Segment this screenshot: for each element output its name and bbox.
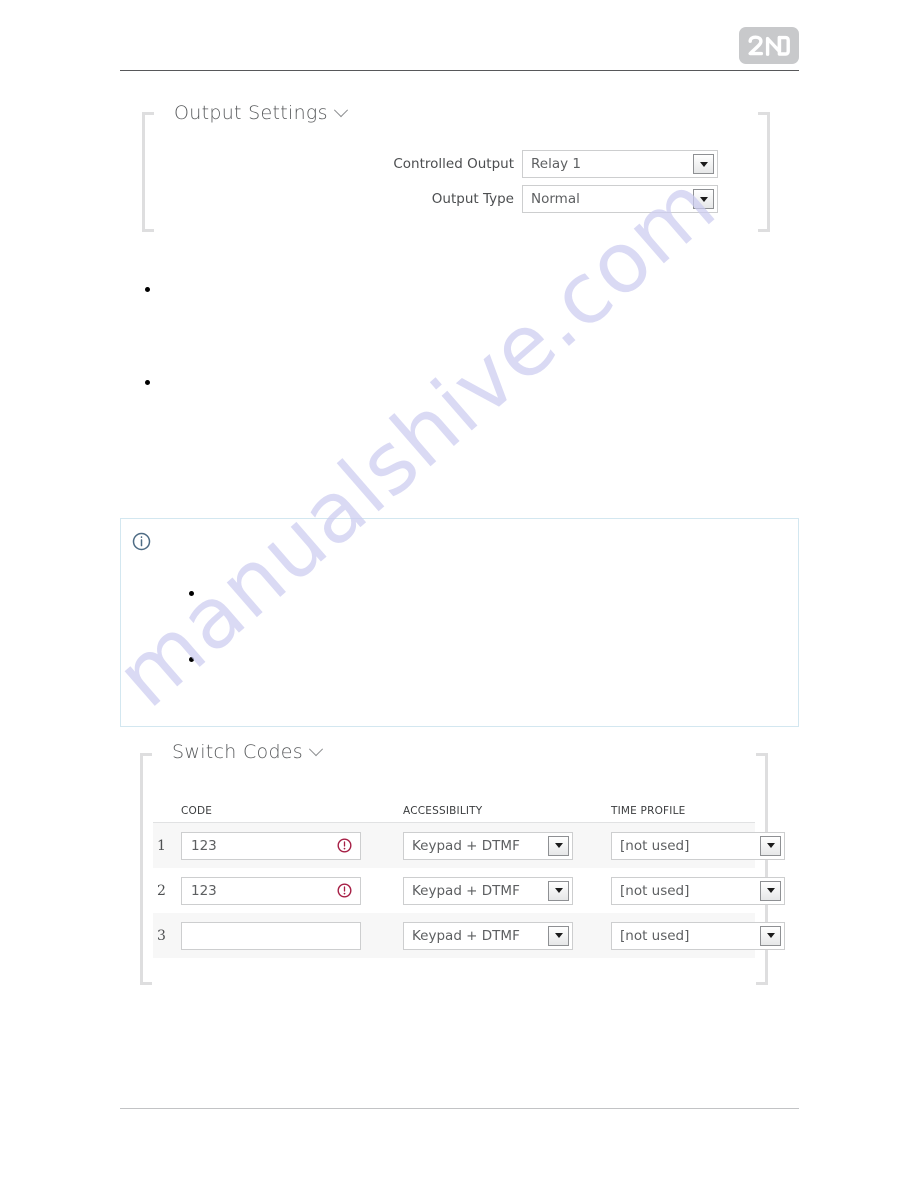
controlled-output-select[interactable]: Relay 1: [522, 150, 718, 178]
panel-bracket-right: [756, 753, 768, 985]
bullet-dot-icon: [145, 380, 150, 385]
dropdown-arrow-button[interactable]: [760, 925, 781, 946]
code-input[interactable]: 123: [181, 831, 361, 860]
body-bullet-item: [145, 287, 150, 292]
column-header-code: CODE: [181, 805, 213, 817]
output-type-value: Normal: [531, 191, 580, 207]
row-index: 2: [157, 882, 166, 899]
row-index: 3: [157, 927, 166, 944]
time-profile-value: [not used]: [620, 882, 690, 899]
triangle-down-icon: [699, 161, 708, 167]
info-note-box: [120, 518, 799, 727]
triangle-down-icon: [554, 888, 563, 893]
output-settings-title[interactable]: Output Settings: [174, 102, 348, 124]
time-profile-cell: [not used]: [611, 921, 789, 950]
dropdown-arrow-button[interactable]: [760, 835, 781, 856]
accessibility-select[interactable]: Keypad + DTMF: [403, 921, 573, 950]
output-settings-panel: Output Settings Controlled Output Relay …: [142, 102, 770, 232]
time-profile-select[interactable]: [not used]: [611, 831, 785, 860]
switch-codes-title[interactable]: Switch Codes: [172, 741, 324, 763]
code-cell: [181, 921, 385, 950]
accessibility-cell: Keypad + DTMF: [403, 831, 593, 860]
controlled-output-value: Relay 1: [531, 156, 581, 172]
note-bullet-dot-icon: [189, 657, 194, 662]
code-input[interactable]: [181, 921, 361, 950]
switch-codes-table: CODE ACCESSIBILITY TIME PROFILE 1 123 Ke…: [153, 789, 785, 958]
table-row: 3 Keypad + DTMF [not used]: [153, 913, 785, 958]
warning-exclamation-icon: [337, 883, 352, 898]
code-value: 123: [191, 882, 217, 899]
switch-codes-panel: Switch Codes CODE ACCESSIBILITY TIME PRO…: [140, 741, 785, 985]
dropdown-arrow-button[interactable]: [548, 925, 569, 946]
accessibility-value: Keypad + DTMF: [412, 837, 520, 854]
brand-logo-2n: [739, 27, 799, 64]
triangle-down-icon: [766, 933, 775, 938]
dropdown-arrow-button[interactable]: [693, 189, 714, 209]
code-cell: 123: [181, 831, 385, 860]
time-profile-cell: [not used]: [611, 876, 789, 905]
footer-divider: [120, 1108, 799, 1109]
bullet-dot-icon: [145, 287, 150, 292]
accessibility-select[interactable]: Keypad + DTMF: [403, 876, 573, 905]
column-header-accessibility: ACCESSIBILITY: [403, 805, 483, 817]
accessibility-cell: Keypad + DTMF: [403, 921, 593, 950]
chevron-down-icon[interactable]: [333, 103, 348, 118]
dropdown-arrow-button[interactable]: [548, 880, 569, 901]
time-profile-value: [not used]: [620, 927, 690, 944]
code-cell: 123: [181, 876, 385, 905]
panel-bracket-left: [140, 753, 152, 985]
code-value: 123: [191, 837, 217, 854]
output-type-select[interactable]: Normal: [522, 185, 718, 213]
column-header-time-profile: TIME PROFILE: [611, 805, 686, 817]
row-index: 1: [157, 837, 166, 854]
table-row: 2 123 Keypad + DTMF [not used]: [153, 868, 785, 913]
chevron-down-icon[interactable]: [308, 742, 324, 757]
time-profile-value: [not used]: [620, 837, 690, 854]
code-input[interactable]: 123: [181, 876, 361, 905]
field-output-type: Output Type Normal: [194, 185, 718, 213]
output-type-label: Output Type: [431, 191, 514, 207]
output-settings-title-text: Output Settings: [174, 102, 328, 124]
accessibility-value: Keypad + DTMF: [412, 882, 520, 899]
triangle-down-icon: [554, 843, 563, 848]
controlled-output-label: Controlled Output: [393, 156, 514, 172]
table-header-row: CODE ACCESSIBILITY TIME PROFILE: [153, 789, 755, 823]
accessibility-value: Keypad + DTMF: [412, 927, 520, 944]
accessibility-select[interactable]: Keypad + DTMF: [403, 831, 573, 860]
document-page: manualshive.com Output Settings Controll…: [0, 0, 918, 1188]
triangle-down-icon: [699, 196, 708, 202]
warning-exclamation-icon: [337, 838, 352, 853]
table-row: 1 123 Keypad + DTMF [not used]: [153, 823, 785, 868]
panel-bracket-left: [142, 112, 154, 232]
dropdown-arrow-button[interactable]: [760, 880, 781, 901]
triangle-down-icon: [766, 843, 775, 848]
time-profile-cell: [not used]: [611, 831, 789, 860]
switch-codes-title-text: Switch Codes: [172, 741, 303, 763]
note-bullet-dot-icon: [189, 591, 194, 596]
header-divider: [120, 70, 799, 71]
time-profile-select[interactable]: [not used]: [611, 876, 785, 905]
triangle-down-icon: [766, 888, 775, 893]
info-circle-icon: [132, 532, 151, 551]
triangle-down-icon: [554, 933, 563, 938]
dropdown-arrow-button[interactable]: [548, 835, 569, 856]
dropdown-arrow-button[interactable]: [693, 154, 714, 174]
panel-bracket-right: [758, 112, 770, 232]
body-bullet-item: [145, 380, 150, 385]
accessibility-cell: Keypad + DTMF: [403, 876, 593, 905]
field-controlled-output: Controlled Output Relay 1: [194, 150, 718, 178]
time-profile-select[interactable]: [not used]: [611, 921, 785, 950]
